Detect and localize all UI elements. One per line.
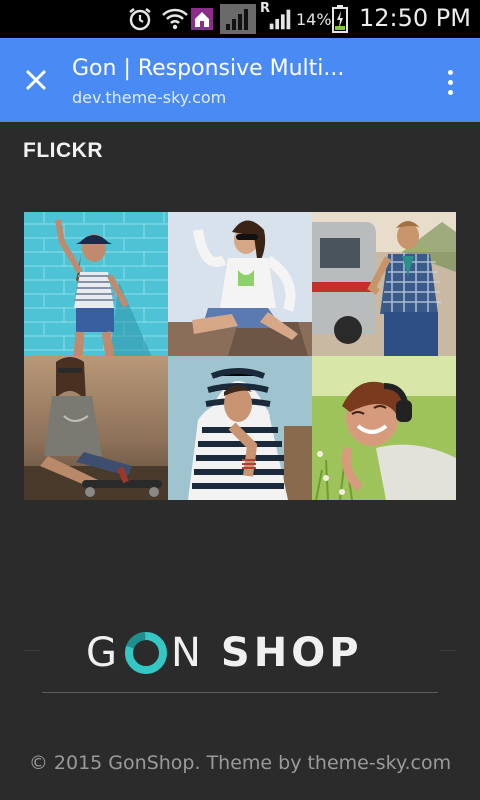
footer-rule-right bbox=[440, 650, 456, 651]
alarm-icon bbox=[126, 5, 154, 33]
more-options-button[interactable] bbox=[438, 62, 462, 102]
close-icon bbox=[25, 69, 47, 91]
signal-bars-icon: R bbox=[260, 1, 294, 33]
flickr-widget-title: FLICKR bbox=[23, 139, 103, 162]
wifi-icon bbox=[160, 5, 190, 33]
flickr-photo-4[interactable] bbox=[24, 356, 168, 500]
flickr-photo-2[interactable] bbox=[168, 212, 312, 356]
photo-image bbox=[168, 356, 312, 500]
signal-icon bbox=[220, 4, 256, 34]
more-vertical-icon bbox=[447, 69, 453, 75]
logo-letter-n: N bbox=[171, 630, 205, 676]
flickr-photo-grid bbox=[24, 212, 456, 500]
roaming-label: R bbox=[260, 1, 271, 16]
battery-charging-icon bbox=[332, 5, 348, 33]
web-page-content: FLICKR G N SHOP © 2015 GonShop. Theme by… bbox=[0, 122, 480, 800]
footer-divider bbox=[42, 692, 438, 693]
home-icon bbox=[191, 5, 213, 33]
status-bar: R 14% 12:50 PM bbox=[0, 0, 480, 38]
copyright-text: © 2015 GonShop. Theme by theme-sky.com bbox=[28, 752, 452, 774]
logo-ring-icon bbox=[125, 632, 167, 674]
flickr-photo-1[interactable] bbox=[24, 212, 168, 356]
logo-letter-g: G bbox=[86, 630, 121, 676]
flickr-photo-6[interactable] bbox=[312, 356, 456, 500]
flickr-photo-5[interactable] bbox=[168, 356, 312, 500]
clock: 12:50 PM bbox=[359, 4, 471, 32]
page-url: dev.theme-sky.com bbox=[72, 88, 227, 107]
photo-image bbox=[24, 356, 168, 500]
photo-image bbox=[24, 212, 168, 356]
gonshop-logo[interactable]: G N SHOP bbox=[86, 628, 363, 678]
photo-image bbox=[168, 212, 312, 356]
logo-shop: SHOP bbox=[220, 630, 363, 676]
footer-rule-left bbox=[24, 650, 40, 651]
photo-image bbox=[312, 212, 456, 356]
flickr-photo-3[interactable] bbox=[312, 212, 456, 356]
photo-image bbox=[312, 356, 456, 500]
close-tab-button[interactable] bbox=[16, 60, 56, 100]
custom-tab-toolbar: Gon | Responsive Multi... dev.theme-sky.… bbox=[0, 38, 480, 122]
page-title: Gon | Responsive Multi... bbox=[72, 56, 345, 81]
battery-percent: 14% bbox=[296, 10, 332, 29]
